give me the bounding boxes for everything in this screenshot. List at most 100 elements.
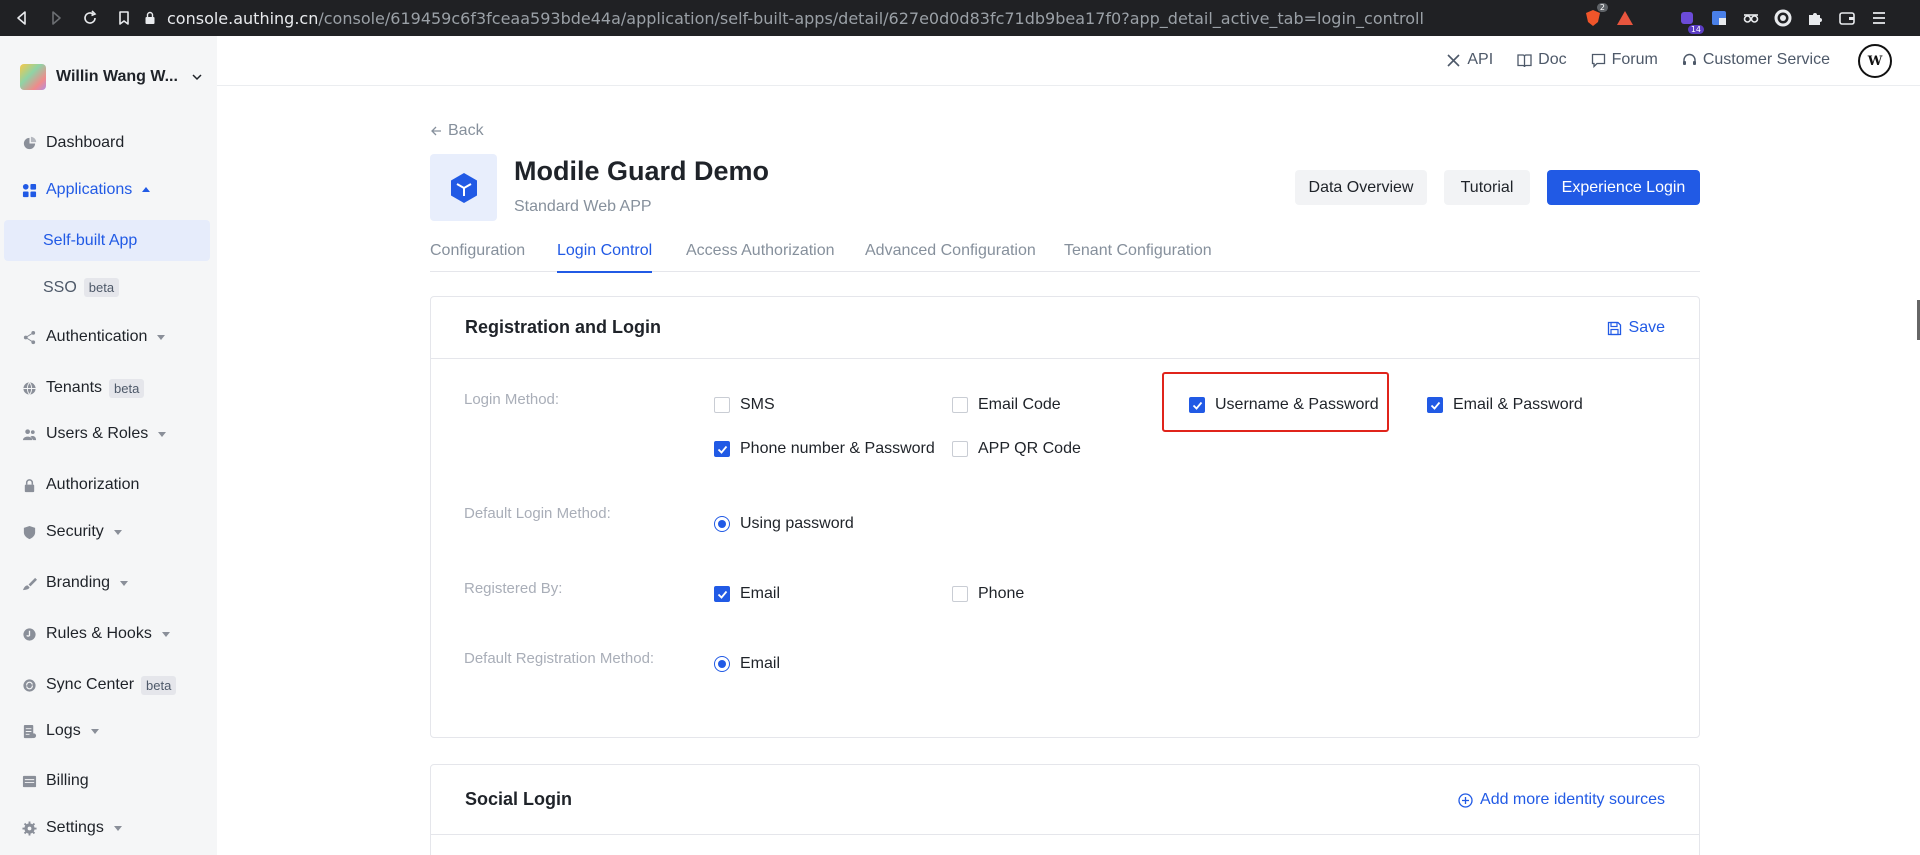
- checkbox-register-phone[interactable]: Phone: [952, 585, 1024, 603]
- checkbox-box: [714, 441, 730, 457]
- highlight-box: [1162, 372, 1389, 432]
- page-title: Modile Guard Demo: [514, 156, 770, 186]
- checkbox-app-qr-code[interactable]: APP QR Code: [952, 440, 1081, 458]
- checkbox-phone-password[interactable]: Phone number & Password: [714, 440, 935, 458]
- menu-icon[interactable]: [1866, 5, 1892, 31]
- sidebar-item-authentication[interactable]: Authentication: [0, 317, 217, 357]
- default-registration-label: Default Registration Method:: [464, 650, 655, 667]
- radio-button: [714, 516, 730, 532]
- users-icon: [21, 426, 37, 442]
- bookmark-icon[interactable]: [110, 4, 138, 32]
- log-icon: [21, 723, 37, 739]
- translate-icon[interactable]: [1706, 5, 1732, 31]
- radio-registration-email[interactable]: Email: [714, 655, 780, 673]
- customer-service-link[interactable]: Customer Service: [1682, 51, 1830, 69]
- tab-bar: Configuration Login Control Access Autho…: [430, 238, 1700, 273]
- chat-icon: [1591, 53, 1605, 68]
- sidebar-item-logs[interactable]: Logs: [0, 711, 217, 751]
- lock-icon: [145, 11, 155, 24]
- registration-card: Registration and Login Save: [430, 296, 1700, 738]
- top-bar: API Doc Forum Customer Service W: [217, 36, 1920, 86]
- sidebar-item-users-roles[interactable]: Users & Roles: [0, 414, 217, 454]
- extension-tray: 2: [1574, 3, 1638, 31]
- save-button[interactable]: Save: [1607, 319, 1665, 337]
- brave-shield-icon[interactable]: 2: [1580, 3, 1608, 31]
- card-title: Registration and Login: [465, 317, 661, 337]
- lock-icon: [21, 477, 37, 493]
- data-overview-button[interactable]: Data Overview: [1295, 170, 1427, 205]
- sidebar-item-tenants[interactable]: Tenants beta: [0, 368, 217, 408]
- org-switcher[interactable]: Willin Wang W...: [20, 64, 202, 90]
- back-nav-icon[interactable]: [8, 4, 36, 32]
- checkbox-sms[interactable]: SMS: [714, 396, 775, 414]
- purple-ext-badge: 14: [1687, 25, 1704, 34]
- avatar[interactable]: W: [1858, 44, 1892, 78]
- cube-icon: [450, 172, 477, 203]
- chevron-down-icon: [113, 826, 122, 831]
- gear-icon: [21, 820, 37, 836]
- beta-badge: beta: [141, 675, 177, 695]
- chevron-down-icon: [90, 729, 99, 734]
- reload-icon[interactable]: [76, 4, 104, 32]
- puzzle-icon[interactable]: [1802, 5, 1828, 31]
- registered-by-label: Registered By:: [464, 580, 563, 597]
- checkbox-box: [714, 586, 730, 602]
- share-icon: [21, 329, 37, 345]
- sidebar-item-label: Dashboard: [46, 134, 125, 151]
- experience-login-button[interactable]: Experience Login: [1547, 170, 1700, 205]
- sidebar-item-rules-hooks[interactable]: Rules & Hooks: [0, 614, 217, 654]
- checkbox-email-password[interactable]: Email & Password: [1427, 396, 1583, 414]
- tab-configuration[interactable]: Configuration: [430, 242, 525, 272]
- sidebar-item-dashboard[interactable]: Dashboard: [0, 123, 217, 163]
- chevron-down-icon: [161, 632, 170, 637]
- sidebar-item-self-built-app[interactable]: Self-built App: [4, 220, 210, 261]
- url-host: console.authing.cn: [167, 8, 319, 28]
- sidebar-item-label: Authorization: [46, 476, 140, 493]
- check-icon: [717, 445, 727, 454]
- forum-link[interactable]: Forum: [1591, 51, 1658, 69]
- sidebar-item-sso[interactable]: SSO beta: [4, 267, 210, 308]
- checkbox-email-code[interactable]: Email Code: [952, 396, 1061, 414]
- apps-icon: [21, 182, 37, 198]
- brave-rewards-icon[interactable]: [1612, 5, 1638, 31]
- tab-login-control[interactable]: Login Control: [557, 242, 653, 273]
- doc-link[interactable]: Doc: [1517, 51, 1567, 69]
- chevron-down-icon: [157, 335, 166, 340]
- sidebar-item-billing[interactable]: Billing: [0, 761, 217, 801]
- social-login-card: Social Login Add more identity sources: [430, 764, 1700, 855]
- pie-chart-icon: [21, 135, 37, 151]
- sidebar-item-label: Self-built App: [43, 231, 138, 249]
- globe-icon: [21, 380, 37, 396]
- checkbox-box: [952, 397, 968, 413]
- sidebar-item-sync-center[interactable]: Sync Center beta: [0, 665, 217, 705]
- login-method-label: Login Method:: [464, 391, 560, 408]
- tab-advanced-configuration[interactable]: Advanced Configuration: [865, 242, 1036, 272]
- api-link[interactable]: API: [1446, 51, 1493, 69]
- checkbox-register-email[interactable]: Email: [714, 585, 780, 603]
- sidebar-item-security[interactable]: Security: [0, 512, 217, 552]
- radio-using-password[interactable]: Using password: [714, 515, 854, 533]
- sidebar-item-settings[interactable]: Settings: [0, 808, 217, 848]
- sidebar-item-branding[interactable]: Branding: [0, 563, 217, 603]
- forward-nav-icon[interactable]: [42, 4, 70, 32]
- sidebar-item-applications[interactable]: Applications: [0, 170, 217, 210]
- card-title: Social Login: [465, 789, 573, 809]
- wallet-icon[interactable]: [1834, 5, 1860, 31]
- back-link[interactable]: Back: [430, 122, 484, 140]
- tab-access-authorization[interactable]: Access Authorization: [686, 242, 835, 272]
- color-ext-icon[interactable]: [1770, 5, 1796, 31]
- add-identity-sources-button[interactable]: Add more identity sources: [1458, 791, 1665, 809]
- tutorial-button[interactable]: Tutorial: [1444, 170, 1530, 205]
- extension-purple-icon[interactable]: 14: [1674, 5, 1704, 34]
- spy-ext-icon[interactable]: [1738, 5, 1764, 31]
- tab-tenant-configuration[interactable]: Tenant Configuration: [1064, 242, 1212, 272]
- card-header: Registration and Login Save: [431, 297, 1699, 359]
- sidebar-item-label: Security: [46, 523, 104, 540]
- tools-icon: [1447, 53, 1460, 67]
- hook-icon: [21, 626, 37, 642]
- address-bar[interactable]: console.authing.cn/console/619459c6f3fce…: [143, 4, 1673, 32]
- sidebar-item-authorization[interactable]: Authorization: [0, 465, 217, 505]
- checkbox-box: [952, 441, 968, 457]
- org-name: Willin Wang W...: [56, 68, 178, 85]
- checkbox-box: [952, 586, 968, 602]
